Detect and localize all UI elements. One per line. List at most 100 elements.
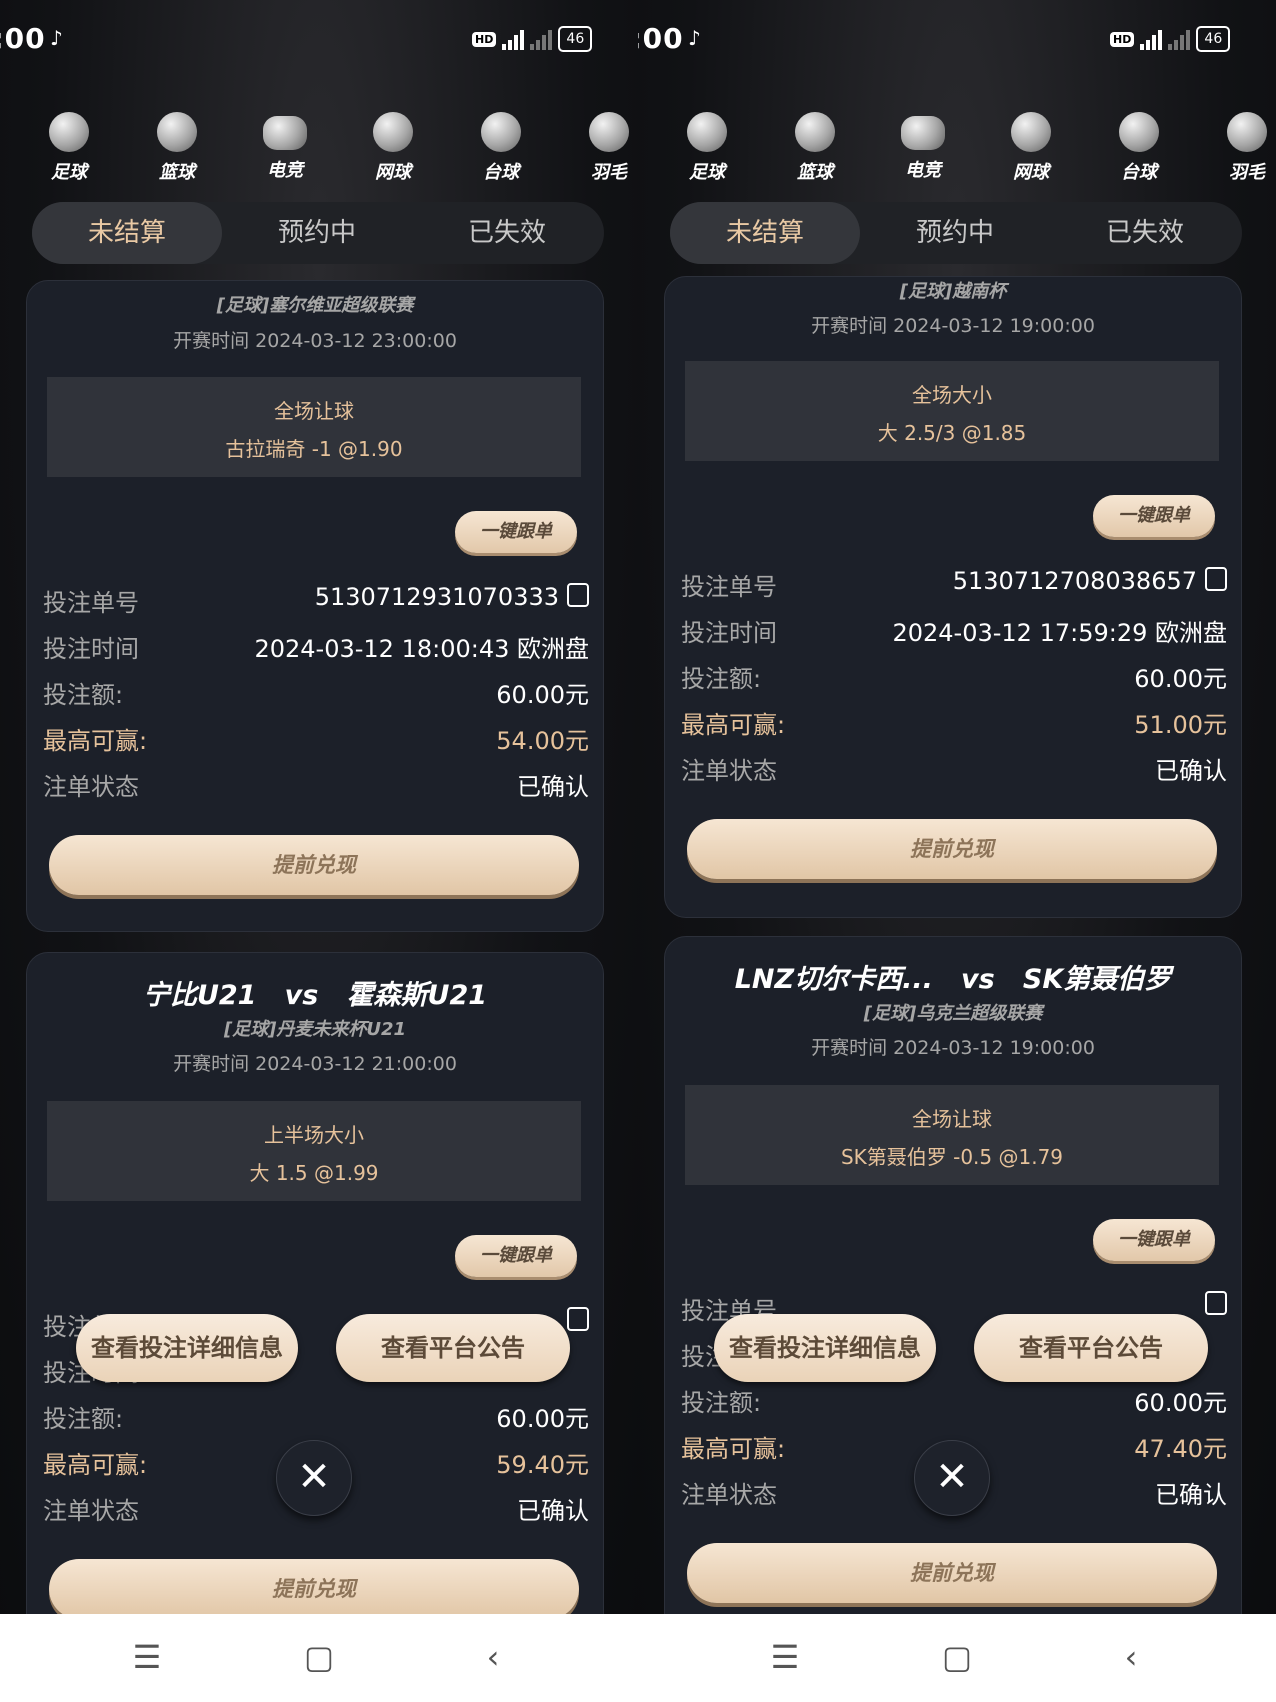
league-name: [足球]乌克兰超级联赛 bbox=[863, 1003, 1043, 1024]
market-box: 上半场大小 大 1.5 @1.99 bbox=[47, 1101, 581, 1201]
home-icon[interactable]: ▢ bbox=[932, 1638, 982, 1676]
match-title: LNZ切尔卡西... vs SK第聂伯罗 bbox=[734, 964, 1172, 995]
copy-icon[interactable] bbox=[567, 583, 589, 607]
copy-icon[interactable] bbox=[567, 1307, 589, 1331]
bet-time-row: 投注时间 2024-03-12 17:59:29 欧洲盘 bbox=[681, 619, 1227, 647]
status-icons: HD 46 bbox=[472, 26, 593, 52]
badminton-icon bbox=[589, 112, 629, 152]
sport-esports[interactable]: 电竞 bbox=[888, 112, 958, 182]
close-icon[interactable]: ✕ bbox=[276, 1440, 352, 1516]
signal-icon bbox=[502, 28, 525, 50]
follow-bet-button[interactable]: 一键跟单 bbox=[1093, 1219, 1215, 1261]
sport-football[interactable]: 足球 bbox=[672, 112, 742, 184]
bet-tabs: 未结算 预约中 已失效 bbox=[32, 202, 604, 264]
tab-unsettled[interactable]: 未结算 bbox=[670, 202, 860, 264]
bet-id-value: 5130712708038657 bbox=[952, 567, 1197, 595]
close-icon[interactable]: ✕ bbox=[914, 1440, 990, 1516]
sport-football[interactable]: 足球 bbox=[34, 112, 104, 184]
esports-icon bbox=[901, 116, 945, 150]
billiards-icon bbox=[481, 112, 521, 152]
bet-time-row: 投注时间 2024-03-12 18:00:43 欧洲盘 bbox=[43, 635, 589, 663]
view-bet-details-button[interactable]: 查看投注详细信息 bbox=[714, 1314, 936, 1382]
view-notice-button[interactable]: 查看平台公告 bbox=[336, 1314, 570, 1382]
status-time: 4:00 bbox=[0, 22, 46, 55]
tennis-icon bbox=[373, 112, 413, 152]
bet-card: 宁比U21 vs 霍森斯U21 [足球]丹麦未来杯U21 开赛时间 2024-0… bbox=[26, 952, 604, 1674]
league-name: [足球]塞尔维亚超级联赛 bbox=[216, 295, 414, 316]
hd-badge: HD bbox=[1110, 31, 1135, 47]
back-icon[interactable]: ‹ bbox=[1106, 1638, 1156, 1676]
bet-card: LNZ切尔卡西... vs SK第聂伯罗 [足球]乌克兰超级联赛 开赛时间 20… bbox=[664, 936, 1242, 1668]
max-win-row: 最高可赢: 51.00元 bbox=[681, 711, 1227, 739]
tab-expired[interactable]: 已失效 bbox=[412, 202, 602, 264]
tab-reserved[interactable]: 预约中 bbox=[222, 202, 412, 264]
stake-row: 投注额: 60.00元 bbox=[681, 1389, 1227, 1417]
sport-tennis[interactable]: 网球 bbox=[996, 112, 1066, 184]
start-time: 开赛时间 2024-03-12 19:00:00 bbox=[811, 1037, 1095, 1059]
tiktok-icon: ♪ bbox=[688, 26, 701, 50]
billiards-icon bbox=[1119, 112, 1159, 152]
menu-icon[interactable]: ☰ bbox=[760, 1638, 810, 1676]
football-icon bbox=[687, 112, 727, 152]
follow-bet-button[interactable]: 一键跟单 bbox=[455, 511, 577, 553]
screenshot-root: 4:00 ♪ HD 46 足球 篮球 电竞 网球 台球 羽毛 未结算 预约中 bbox=[0, 0, 1276, 1702]
system-nav-bar: ☰ ▢ ‹ ☰ ▢ ‹ bbox=[0, 1614, 1276, 1702]
stake-row: 投注额: 60.00元 bbox=[43, 681, 589, 709]
back-icon[interactable]: ‹ bbox=[468, 1638, 518, 1676]
market-name: 上半场大小 bbox=[264, 1123, 364, 1147]
badminton-icon bbox=[1227, 112, 1267, 152]
battery-icon: 46 bbox=[1196, 26, 1231, 52]
tennis-icon bbox=[1011, 112, 1051, 152]
market-name: 全场大小 bbox=[912, 383, 992, 407]
market-box: 全场让球 SK第聂伯罗 -0.5 @1.79 bbox=[685, 1085, 1219, 1185]
start-time: 开赛时间 2024-03-12 21:00:00 bbox=[173, 1053, 457, 1075]
sport-billiards[interactable]: 台球 bbox=[466, 112, 536, 184]
status-row: 注单状态 已确认 bbox=[681, 757, 1227, 785]
hd-badge: HD bbox=[472, 31, 497, 47]
basketball-icon bbox=[795, 112, 835, 152]
sport-basketball[interactable]: 篮球 bbox=[142, 112, 212, 184]
screen-left: 4:00 ♪ HD 46 足球 篮球 电竞 网球 台球 羽毛 未结算 预约中 bbox=[0, 0, 638, 1702]
tiktok-icon: ♪ bbox=[50, 26, 63, 50]
market-pick: 大 2.5/3 @1.85 bbox=[877, 421, 1027, 445]
cashout-button[interactable]: 提前兑现 bbox=[49, 1559, 579, 1619]
menu-icon[interactable]: ☰ bbox=[122, 1638, 172, 1676]
sport-billiards[interactable]: 台球 bbox=[1104, 112, 1174, 184]
tab-unsettled[interactable]: 未结算 bbox=[32, 202, 222, 264]
esports-icon bbox=[263, 116, 307, 150]
football-icon bbox=[49, 112, 89, 152]
status-bar: 4:00 ♪ HD 46 bbox=[0, 18, 634, 58]
view-notice-button[interactable]: 查看平台公告 bbox=[974, 1314, 1208, 1382]
bet-card: [足球]越南杯 开赛时间 2024-03-12 19:00:00 全场大小 大 … bbox=[664, 276, 1242, 918]
basketball-icon bbox=[157, 112, 197, 152]
follow-bet-button[interactable]: 一键跟单 bbox=[455, 1235, 577, 1277]
cashout-button[interactable]: 提前兑现 bbox=[687, 1543, 1217, 1603]
copy-icon[interactable] bbox=[1205, 567, 1227, 591]
status-row: 注单状态 已确认 bbox=[43, 773, 589, 801]
sport-basketball[interactable]: 篮球 bbox=[780, 112, 850, 184]
bet-id-value: 5130712931070333 bbox=[314, 583, 559, 611]
home-icon[interactable]: ▢ bbox=[294, 1638, 344, 1676]
match-title: 宁比U21 vs 霍森斯U21 bbox=[142, 980, 488, 1011]
league-name: [足球]丹麦未来杯U21 bbox=[223, 1019, 407, 1040]
bet-id-row: 投注单号 5130712708038657 bbox=[681, 567, 1227, 607]
sports-nav: 足球 篮球 电竞 网球 台球 羽毛 bbox=[0, 112, 634, 192]
cashout-button[interactable]: 提前兑现 bbox=[49, 835, 579, 895]
cashout-button[interactable]: 提前兑现 bbox=[687, 819, 1217, 879]
market-pick: SK第聂伯罗 -0.5 @1.79 bbox=[840, 1145, 1064, 1169]
screen-right: 4:00 ♪ HD 46 足球 篮球 电竞 网球 台球 羽毛 未结算 预约中 bbox=[638, 0, 1276, 1702]
sport-tennis[interactable]: 网球 bbox=[358, 112, 428, 184]
copy-icon[interactable] bbox=[1205, 1291, 1227, 1315]
market-name: 全场让球 bbox=[274, 399, 354, 423]
tab-expired[interactable]: 已失效 bbox=[1050, 202, 1240, 264]
signal-icon bbox=[1140, 28, 1163, 50]
start-time: 开赛时间 2024-03-12 23:00:00 bbox=[173, 330, 457, 352]
tab-reserved[interactable]: 预约中 bbox=[860, 202, 1050, 264]
sport-esports[interactable]: 电竞 bbox=[250, 112, 320, 182]
sport-badminton[interactable]: 羽毛 bbox=[1212, 112, 1276, 184]
max-win-row: 最高可赢: 54.00元 bbox=[43, 727, 589, 755]
follow-bet-button[interactable]: 一键跟单 bbox=[1093, 495, 1215, 537]
view-bet-details-button[interactable]: 查看投注详细信息 bbox=[76, 1314, 298, 1382]
status-time: 4:00 bbox=[638, 22, 684, 55]
sport-badminton[interactable]: 羽毛 bbox=[574, 112, 638, 184]
